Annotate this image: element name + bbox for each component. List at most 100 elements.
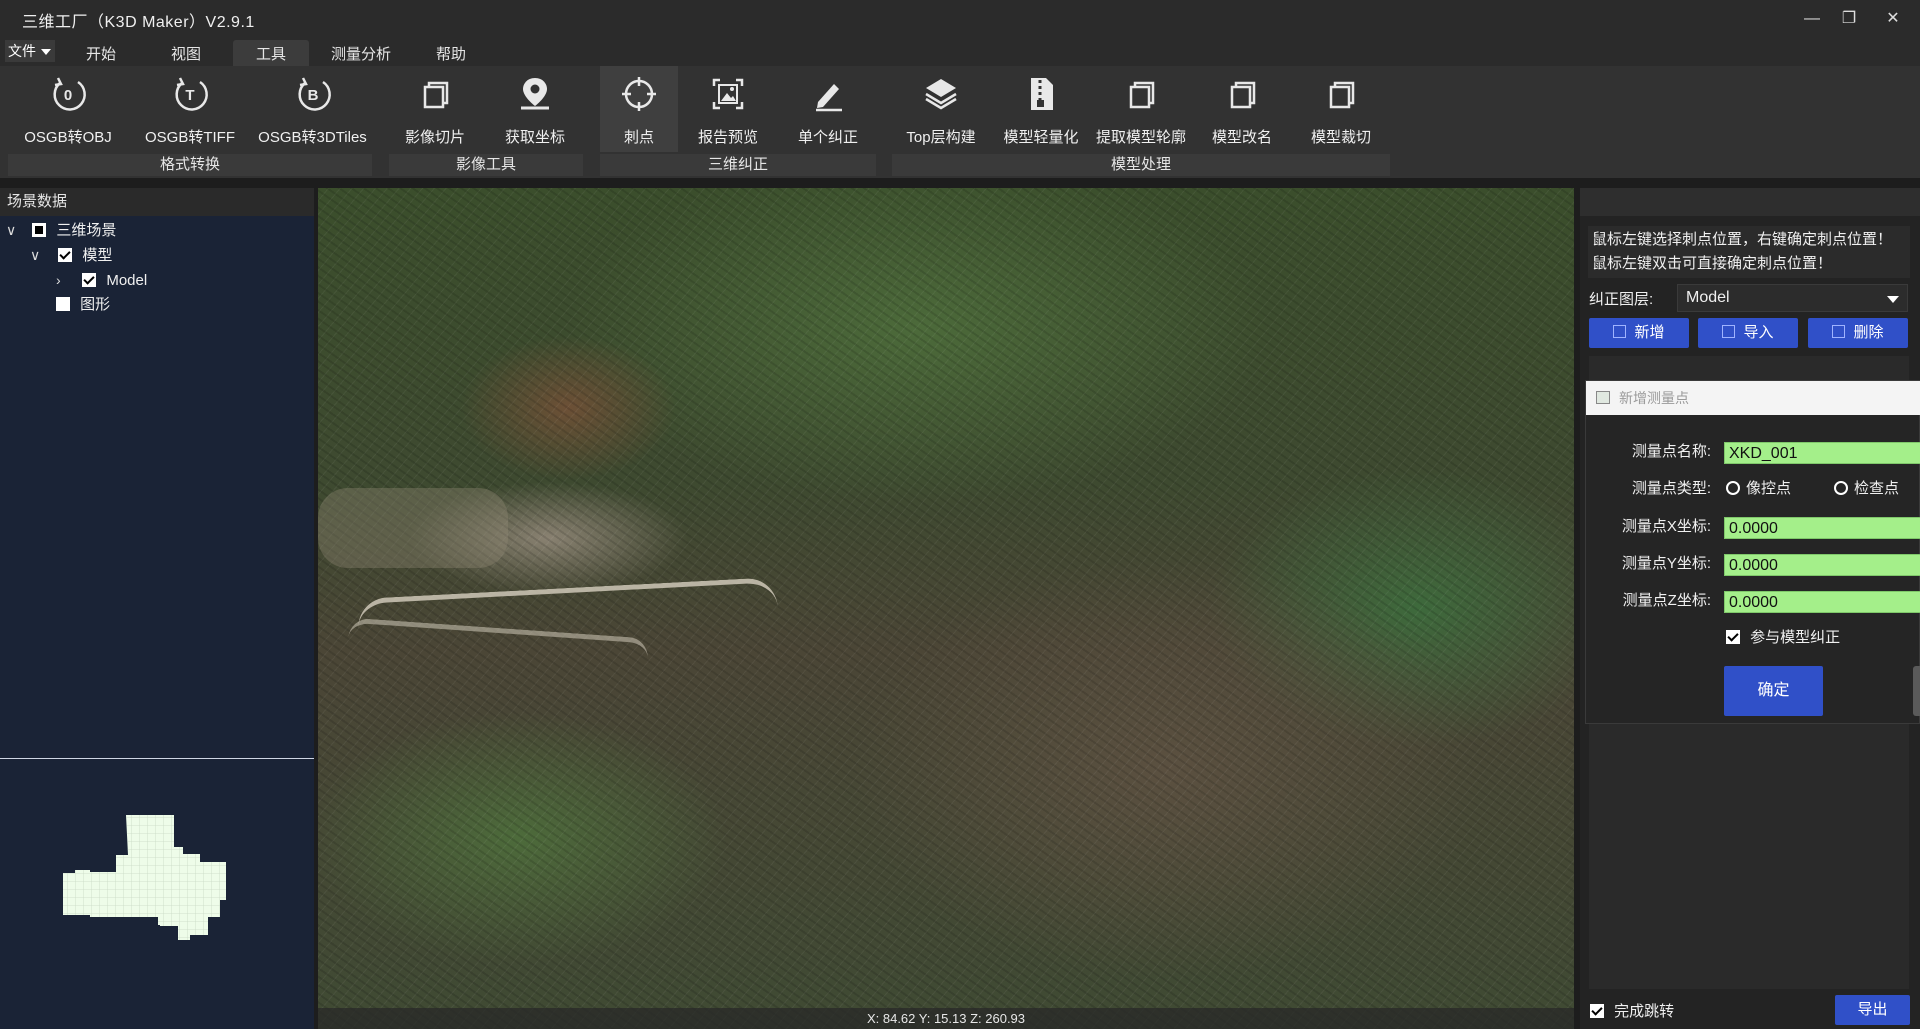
minimize-button[interactable]: — [1797, 6, 1827, 32]
scrollbar-thumb[interactable] [1913, 666, 1920, 716]
delete-label: 删除 [1853, 324, 1884, 341]
radio-control-point[interactable]: 像控点 [1726, 477, 1791, 501]
chevron-down-icon[interactable]: ∨ [6, 218, 20, 242]
3d-viewport[interactable] [318, 188, 1574, 1029]
y-coord-input[interactable]: 0.0000 [1724, 554, 1920, 576]
get-coordinate-button[interactable]: 获取坐标 [495, 66, 575, 152]
ribbon-toolbar: 0 OSGB转OBJ T OSGB转TIFF B OSGB转3DTiles 影像… [0, 66, 1920, 178]
z-coord-label: 测量点Z坐标: [1622, 592, 1711, 609]
extract-outline-button[interactable]: 提取模型轮廓 [1093, 66, 1189, 152]
minimap-overview[interactable] [60, 810, 260, 980]
osgb-to-obj-button[interactable]: 0 OSGB转OBJ [15, 66, 121, 152]
svg-text:B: B [307, 87, 318, 104]
tree-item-label: Model [106, 272, 148, 289]
radio-icon[interactable] [1834, 481, 1848, 495]
correct-layer-label: 纠正图层: [1589, 291, 1654, 308]
image-slice-icon [423, 81, 449, 109]
participate-correction-label: 参与模型纠正 [1750, 629, 1841, 646]
tree-checkbox[interactable] [82, 273, 97, 287]
osgb-to-3dtiles-label: OSGB转3DTiles [258, 129, 367, 146]
radio-label: 检查点 [1854, 480, 1900, 497]
model-clip-button[interactable]: 模型裁切 [1300, 66, 1382, 152]
svg-text:T: T [185, 87, 194, 104]
checkbox[interactable] [1590, 1004, 1604, 1018]
participate-correction-checkbox[interactable]: 参与模型纠正 [1726, 626, 1840, 650]
tab-measure[interactable]: 测量分析 [320, 40, 402, 66]
single-correct-button[interactable]: 单个纠正 [788, 66, 868, 152]
location-pin-icon [521, 78, 549, 110]
tab-help[interactable]: 帮助 [420, 40, 482, 66]
confirm-button[interactable]: 确定 [1724, 666, 1823, 716]
tab-start[interactable]: 开始 [70, 40, 132, 66]
tree-item-model-group[interactable]: ∨ 模型 [30, 243, 112, 267]
osgb-tiff-icon: T [175, 77, 208, 111]
x-coord-input[interactable]: 0.0000 [1724, 517, 1920, 539]
export-button[interactable]: 导出 [1835, 995, 1910, 1025]
coordinate-readout: X: 84.62 Y: 15.13 Z: 260.93 [318, 1008, 1574, 1029]
prick-point-button[interactable]: 刺点 [600, 66, 678, 152]
layers-icon [925, 79, 957, 110]
tree-checkbox[interactable] [58, 248, 73, 262]
tree-checkbox[interactable] [56, 297, 70, 311]
import-icon [1722, 325, 1736, 338]
model-rename-button[interactable]: 模型改名 [1202, 66, 1282, 152]
title-bar: 三维工厂（K3D Maker）V2.9.1 — ❐ ✕ [0, 0, 1920, 38]
point-type-label: 测量点类型: [1631, 480, 1711, 497]
prick-point-label: 刺点 [623, 129, 654, 146]
model-lightweight-button[interactable]: 模型轻量化 [998, 66, 1084, 152]
restore-button[interactable]: ❐ [1834, 6, 1864, 32]
image-slice-label: 影像切片 [404, 129, 465, 146]
copy-icon [1329, 81, 1355, 109]
add-button[interactable]: 新增 [1589, 318, 1689, 348]
checkbox[interactable] [1726, 630, 1740, 644]
add-icon [1613, 325, 1627, 338]
report-preview-button[interactable]: 报告预览 [688, 66, 768, 152]
chevron-down-icon [1887, 296, 1899, 303]
group-image-tools: 影像工具 [389, 154, 583, 176]
import-button[interactable]: 导入 [1698, 318, 1798, 348]
tree-checkbox[interactable] [32, 223, 47, 237]
ground-patch [318, 488, 508, 568]
osgb-to-obj-label: OSGB转OBJ [24, 129, 112, 146]
delete-button[interactable]: 删除 [1808, 318, 1908, 348]
chevron-right-icon[interactable]: › [56, 268, 70, 292]
tree-item-scene[interactable]: ∨ 三维场景 [6, 218, 116, 242]
top-layer-build-button[interactable]: Top层构建 [895, 66, 987, 152]
dialog-title: 新增测量点 [1619, 390, 1689, 406]
import-label: 导入 [1743, 324, 1774, 341]
copy-icon [1230, 81, 1256, 109]
single-correct-label: 单个纠正 [797, 129, 858, 146]
point-name-input[interactable]: XKD_001 [1724, 442, 1920, 464]
tab-tools[interactable]: 工具 [233, 40, 309, 66]
get-coordinate-label: 获取坐标 [504, 129, 565, 146]
group-3d-correction: 三维纠正 [600, 154, 876, 176]
image-slice-button[interactable]: 影像切片 [395, 66, 475, 152]
osgb-obj-icon: 0 [53, 77, 86, 111]
file-menu-button[interactable]: 文件 [5, 40, 55, 62]
correct-layer-select[interactable]: Model [1677, 284, 1908, 312]
panel-header: 场景数据 [0, 188, 314, 216]
x-coord-label: 测量点X坐标: [1621, 518, 1711, 535]
y-coord-label: 测量点Y坐标: [1621, 555, 1711, 572]
close-button[interactable]: ✕ [1878, 6, 1908, 32]
add-point-dialog: 新增测量点 测量点名称: XKD_001 测量点类型: 像控点 检查点 测量点X… [1585, 380, 1920, 724]
group-model-processing: 模型处理 [892, 154, 1390, 176]
panel-header [1580, 188, 1920, 216]
tree-item-model[interactable]: › Model [56, 268, 147, 292]
copy-icon [1129, 81, 1155, 109]
chevron-down-icon [41, 49, 51, 55]
add-label: 新增 [1634, 324, 1665, 341]
finish-jump-checkbox[interactable]: 完成跳转 [1590, 1000, 1674, 1021]
chevron-down-icon[interactable]: ∨ [30, 243, 44, 267]
tab-view[interactable]: 视图 [155, 40, 217, 66]
instruction-text: 鼠标左键选择刺点位置，右键确定刺点位置！鼠标左键双击可直接确定刺点位置！ [1588, 226, 1910, 278]
window-icon [1596, 391, 1610, 404]
osgb-to-3dtiles-button[interactable]: B OSGB转3DTiles [255, 66, 370, 152]
radio-check-point[interactable]: 检查点 [1834, 477, 1899, 501]
top-layer-build-label: Top层构建 [906, 129, 976, 146]
dialog-title-bar[interactable]: 新增测量点 [1586, 381, 1920, 415]
radio-icon[interactable] [1726, 481, 1740, 495]
tree-item-shapes[interactable]: 图形 [56, 293, 110, 317]
osgb-to-tiff-button[interactable]: T OSGB转TIFF [140, 66, 240, 152]
z-coord-input[interactable]: 0.0000 [1724, 591, 1920, 613]
